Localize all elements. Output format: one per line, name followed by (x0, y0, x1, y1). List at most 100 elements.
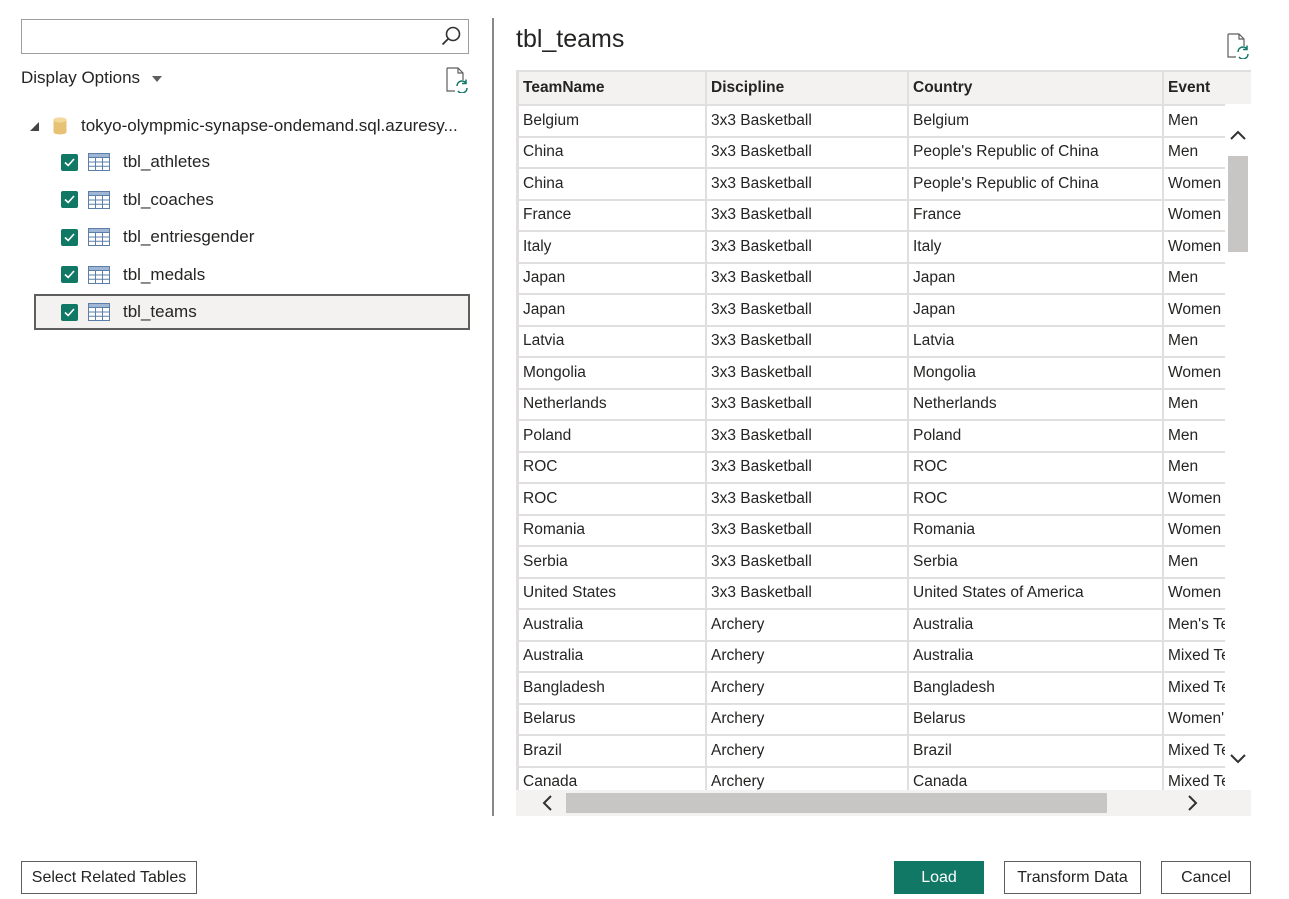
table-cell[interactable]: Japan (907, 261, 1164, 295)
horizontal-scroll-thumb[interactable] (566, 793, 1107, 813)
table-row[interactable]: Italy 3x3 Basketball Italy Women (517, 230, 1251, 264)
table-cell[interactable]: ROC (907, 450, 1164, 484)
search-icon[interactable] (440, 25, 462, 47)
table-cell[interactable]: Romania (517, 513, 707, 547)
table-cell[interactable]: Australia (517, 639, 707, 673)
tree-item-tbl-entriesgender[interactable]: tbl_entriesgender (34, 219, 470, 255)
table-cell[interactable]: United States of America (907, 576, 1164, 610)
table-cell[interactable]: Belgium (907, 104, 1164, 138)
column-header[interactable]: Discipline (705, 70, 909, 106)
tree-root-source[interactable]: tokyo-olympmic-synapse-ondemand.sql.azur… (21, 108, 471, 144)
select-related-tables-button[interactable]: Select Related Tables (21, 861, 197, 894)
scroll-right-icon[interactable] (1182, 793, 1202, 813)
table-cell[interactable]: Netherlands (907, 387, 1164, 421)
table-cell[interactable]: Archery (705, 671, 909, 705)
table-cell[interactable]: Latvia (907, 324, 1164, 358)
table-row[interactable]: France 3x3 Basketball France Women (517, 198, 1251, 232)
column-header[interactable]: TeamName (517, 70, 707, 106)
table-cell[interactable]: 3x3 Basketball (705, 356, 909, 390)
table-row[interactable]: Brazil Archery Brazil Mixed Te (517, 734, 1251, 768)
table-cell[interactable]: 3x3 Basketball (705, 419, 909, 453)
table-row[interactable]: Latvia 3x3 Basketball Latvia Men (517, 324, 1251, 358)
refresh-icon[interactable] (1225, 33, 1251, 59)
table-cell[interactable]: People's Republic of China (907, 135, 1164, 169)
table-cell[interactable]: Belarus (907, 702, 1164, 736)
checkbox-checked[interactable] (61, 153, 78, 171)
table-cell[interactable]: Belgium (517, 104, 707, 138)
table-cell[interactable]: China (517, 167, 707, 201)
table-cell[interactable]: 3x3 Basketball (705, 545, 909, 579)
table-cell[interactable]: ROC (517, 450, 707, 484)
table-cell[interactable]: ROC (517, 482, 707, 516)
display-options-dropdown[interactable]: Display Options (21, 68, 163, 88)
scroll-up-icon[interactable] (1228, 126, 1248, 146)
vertical-scroll-thumb[interactable] (1228, 156, 1248, 252)
search-input[interactable] (22, 20, 422, 53)
table-cell[interactable]: Serbia (907, 545, 1164, 579)
tree-item-tbl-athletes[interactable]: tbl_athletes (34, 144, 470, 180)
table-row[interactable]: China 3x3 Basketball People's Republic of … (517, 167, 1251, 201)
checkbox-checked[interactable] (61, 191, 78, 208)
transform-data-button[interactable]: Transform Data (1004, 861, 1141, 894)
table-cell[interactable]: China (517, 135, 707, 169)
table-cell[interactable]: Archery (705, 734, 909, 768)
table-row[interactable]: Bangladesh Archery Bangladesh Mixed Te (517, 671, 1251, 705)
table-row[interactable]: United States 3x3 Basketball United States… (517, 576, 1251, 610)
table-cell[interactable]: People's Republic of China (907, 167, 1164, 201)
table-cell[interactable]: United States (517, 576, 707, 610)
checkbox-checked[interactable] (61, 266, 78, 283)
tree-item-tbl-medals[interactable]: tbl_medals (34, 257, 470, 293)
table-cell[interactable]: Bangladesh (517, 671, 707, 705)
table-cell[interactable]: Netherlands (517, 387, 707, 421)
table-cell[interactable]: Japan (907, 293, 1164, 327)
table-cell[interactable]: Serbia (517, 545, 707, 579)
expand-triangle-icon[interactable] (30, 121, 39, 131)
table-cell[interactable]: 3x3 Basketball (705, 198, 909, 232)
tree-item-tbl-teams[interactable]: tbl_teams (34, 294, 470, 330)
scroll-down-icon[interactable] (1228, 748, 1248, 768)
checkbox-checked[interactable] (61, 303, 78, 321)
table-cell[interactable]: Archery (705, 639, 909, 673)
table-row[interactable]: Japan 3x3 Basketball Japan Women (517, 293, 1251, 327)
tree-item-tbl-coaches[interactable]: tbl_coaches (34, 182, 470, 218)
table-row[interactable]: Romania 3x3 Basketball Romania Women (517, 513, 1251, 547)
table-cell[interactable]: 3x3 Basketball (705, 293, 909, 327)
table-cell[interactable]: Australia (907, 639, 1164, 673)
table-cell[interactable]: Australia (517, 608, 707, 642)
table-cell[interactable]: 3x3 Basketball (705, 513, 909, 547)
table-cell[interactable]: ROC (907, 482, 1164, 516)
table-row[interactable]: ROC 3x3 Basketball ROC Women (517, 482, 1251, 516)
column-header[interactable]: Event (1162, 70, 1251, 106)
table-cell[interactable]: Mongolia (907, 356, 1164, 390)
table-row[interactable]: Mongolia 3x3 Basketball Mongolia Women (517, 356, 1251, 390)
table-row[interactable]: Belgium 3x3 Basketball Belgium Men (517, 104, 1251, 138)
table-cell[interactable]: Italy (907, 230, 1164, 264)
table-cell[interactable]: Archery (705, 608, 909, 642)
table-row[interactable]: Belarus Archery Belarus Women' (517, 702, 1251, 736)
table-cell[interactable]: Poland (907, 419, 1164, 453)
vertical-scrollbar[interactable] (1225, 104, 1251, 790)
table-cell[interactable]: 3x3 Basketball (705, 576, 909, 610)
table-cell[interactable]: Poland (517, 419, 707, 453)
column-header[interactable]: Country (907, 70, 1164, 106)
table-cell[interactable]: France (517, 198, 707, 232)
table-cell[interactable]: Belarus (517, 702, 707, 736)
table-cell[interactable]: Romania (907, 513, 1164, 547)
table-cell[interactable]: Mongolia (517, 356, 707, 390)
scroll-left-icon[interactable] (538, 793, 558, 813)
table-cell[interactable]: France (907, 198, 1164, 232)
table-row[interactable]: Japan 3x3 Basketball Japan Men (517, 261, 1251, 295)
search-box[interactable] (21, 19, 469, 54)
table-row[interactable]: Serbia 3x3 Basketball Serbia Men (517, 545, 1251, 579)
table-cell[interactable]: 3x3 Basketball (705, 387, 909, 421)
table-cell[interactable]: Japan (517, 293, 707, 327)
horizontal-scrollbar[interactable] (516, 790, 1251, 816)
table-row[interactable]: China 3x3 Basketball People's Republic of … (517, 135, 1251, 169)
table-row[interactable]: ROC 3x3 Basketball ROC Men (517, 450, 1251, 484)
table-cell[interactable]: 3x3 Basketball (705, 261, 909, 295)
load-button[interactable]: Load (894, 861, 984, 894)
preview-grid[interactable]: TeamName Discipline Country Event Belgiu… (516, 70, 1251, 815)
table-cell[interactable]: 3x3 Basketball (705, 450, 909, 484)
table-cell[interactable]: Italy (517, 230, 707, 264)
table-cell[interactable]: 3x3 Basketball (705, 135, 909, 169)
